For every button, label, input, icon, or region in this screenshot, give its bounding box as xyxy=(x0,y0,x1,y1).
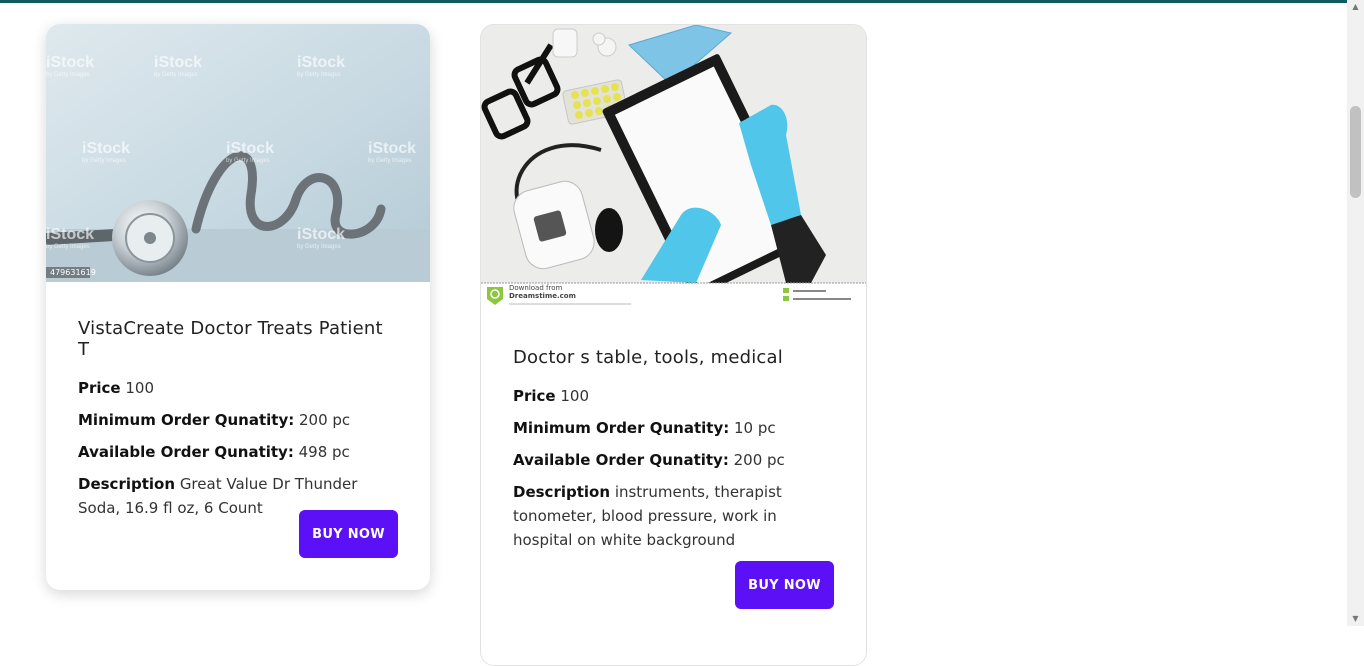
watermark-subtext: by Getty Images xyxy=(226,158,270,164)
page-scrollbar[interactable]: ▲ ▼ xyxy=(1347,0,1364,626)
buy-now-button[interactable]: BUY NOW xyxy=(299,510,398,558)
min-order-row: Minimum Order Qunatity: 10 pc xyxy=(513,416,834,440)
price-label: Price xyxy=(513,387,556,405)
available-value: 200 pc xyxy=(733,451,785,469)
description-label: Description xyxy=(513,483,611,501)
watermark-text: iStock xyxy=(297,54,346,71)
product-image-doctor-table: Download from Dreamstime.com xyxy=(481,25,866,307)
watermark-subtext: by Getty Images xyxy=(82,158,126,164)
min-order-value: 10 pc xyxy=(734,419,776,437)
min-order-label: Minimum Order Qunatity: xyxy=(513,419,730,437)
image-credit-download: Download from xyxy=(509,284,563,292)
watermark-subtext: by Getty Images xyxy=(154,72,198,78)
available-row: Available Order Qunatity: 200 pc xyxy=(513,448,834,472)
watermark-text: iStock xyxy=(46,54,95,71)
description-row: Description instruments, therapist tonom… xyxy=(513,480,834,552)
stock-id: 479631619 xyxy=(50,268,96,277)
buy-now-button[interactable]: BUY NOW xyxy=(735,561,834,609)
min-order-label: Minimum Order Qunatity: xyxy=(78,411,295,429)
watermark: iStock by Getty Images xyxy=(297,226,345,250)
watermark-text: iStock xyxy=(46,226,95,243)
watermark-text: iStock xyxy=(82,140,131,157)
product-title: Doctor s table, tools, medical xyxy=(513,347,783,368)
price-row: Price 100 xyxy=(513,384,834,408)
watermark-subtext: by Getty Images xyxy=(297,244,341,250)
watermark: iStock by Getty Images xyxy=(82,140,130,164)
available-row: Available Order Qunatity: 498 pc xyxy=(78,440,398,464)
price-row: Price 100 xyxy=(78,376,398,400)
watermark-text: iStock xyxy=(154,54,203,71)
scrollbar-thumb[interactable] xyxy=(1350,106,1361,198)
card-body: Doctor s table, tools, medical Price 100… xyxy=(481,307,866,552)
watermark-subtext: by Getty Images xyxy=(297,72,341,78)
price-value: 100 xyxy=(125,379,155,397)
price-value: 100 xyxy=(560,387,590,405)
product-card: Download from Dreamstime.com Doctor s ta… xyxy=(480,24,867,666)
product-card: iStock by Getty Images iStock by Getty Ima… xyxy=(46,24,430,590)
watermark: iStock by Getty Images xyxy=(368,140,416,164)
watermark-subtext: by Getty Images xyxy=(368,158,412,164)
product-title: VistaCreate Doctor Treats Patient T xyxy=(78,318,383,360)
scroll-down-arrow-icon[interactable]: ▼ xyxy=(1347,612,1364,626)
watermark-text: iStock xyxy=(226,140,275,157)
scroll-up-arrow-icon[interactable]: ▲ xyxy=(1347,0,1364,14)
watermark-text: iStock xyxy=(368,140,417,157)
min-order-row: Minimum Order Qunatity: 200 pc xyxy=(78,408,398,432)
watermark: iStock by Getty Images xyxy=(46,226,94,250)
top-accent-line xyxy=(0,0,1347,3)
image-credit-source: Dreamstime.com xyxy=(509,292,576,300)
watermark-text: iStock xyxy=(297,226,346,243)
available-label: Available Order Qunatity: xyxy=(78,443,294,461)
watermark: iStock by Getty Images xyxy=(154,54,202,78)
available-value: 498 pc xyxy=(298,443,350,461)
product-image-stethoscope: iStock by Getty Images iStock by Getty Ima… xyxy=(46,24,430,282)
available-label: Available Order Qunatity: xyxy=(513,451,729,469)
card-body: VistaCreate Doctor Treats Patient T Pric… xyxy=(46,282,430,520)
watermark: iStock by Getty Images xyxy=(297,54,345,78)
watermark-subtext: by Getty Images xyxy=(46,72,90,78)
watermark: iStock by Getty Images xyxy=(46,54,94,78)
watermark-subtext: by Getty Images xyxy=(46,244,90,250)
description-label: Description xyxy=(78,475,176,493)
price-label: Price xyxy=(78,379,121,397)
min-order-value: 200 pc xyxy=(299,411,351,429)
watermark: iStock by Getty Images xyxy=(226,140,274,164)
image-credit: Download from Dreamstime.com xyxy=(509,284,576,300)
